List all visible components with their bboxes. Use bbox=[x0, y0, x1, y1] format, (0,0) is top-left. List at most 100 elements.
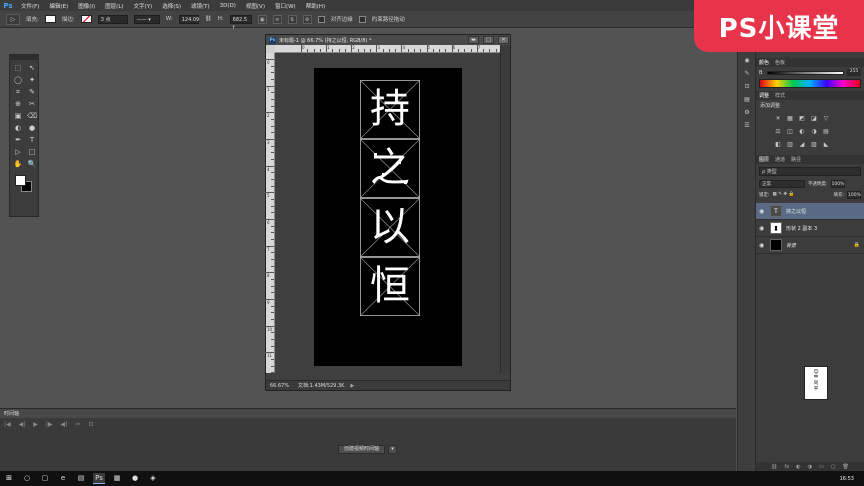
stroke-width-field[interactable]: 3 点 bbox=[97, 14, 128, 24]
target-icon[interactable]: ◉ bbox=[738, 54, 756, 67]
char-box-3[interactable]: 以 bbox=[360, 198, 420, 257]
timeline-tab[interactable]: 时间轴 bbox=[0, 409, 736, 418]
char-box-2[interactable]: 之 bbox=[360, 139, 420, 198]
vertical-ruler[interactable]: 0 1 2 3 4 5 6 7 8 9 10 11 bbox=[265, 53, 275, 374]
constrain-path-checkbox[interactable] bbox=[358, 15, 366, 23]
zoom-tool-icon[interactable]: 🔍 bbox=[25, 158, 39, 170]
stroke-swatch[interactable] bbox=[80, 15, 92, 23]
menu-layer[interactable]: 图层(L) bbox=[100, 2, 128, 10]
tab-layers[interactable]: 图层 bbox=[759, 156, 769, 163]
close-button[interactable]: ✕ bbox=[498, 36, 509, 44]
brightness-icon[interactable]: ☀ bbox=[773, 113, 783, 124]
trash-icon[interactable]: 🗑 bbox=[842, 464, 848, 470]
list-icon[interactable]: ▤ bbox=[738, 93, 756, 106]
link-layers-icon[interactable]: ⛓ bbox=[771, 464, 777, 470]
visibility-eye-icon[interactable]: ◉ bbox=[759, 242, 766, 249]
shape-tool-icon[interactable]: □ bbox=[25, 146, 39, 158]
pencil-icon[interactable]: ✎ bbox=[738, 67, 756, 80]
menu-3d[interactable]: 3D(D) bbox=[215, 3, 241, 9]
layer-name[interactable]: 背景 bbox=[786, 242, 850, 249]
layer-name[interactable]: 形状 2 副本 3 bbox=[786, 225, 864, 232]
char-box-1[interactable]: 持 bbox=[360, 80, 420, 139]
tab-swatches[interactable]: 色板 bbox=[775, 59, 785, 66]
eraser-tool-icon[interactable]: ⌫ bbox=[25, 110, 39, 122]
gear-icon[interactable]: ⚙ bbox=[738, 106, 756, 119]
b-slider-value[interactable]: 255 bbox=[847, 69, 861, 76]
brush-tool-icon[interactable]: ✂ bbox=[25, 98, 39, 110]
record-icon[interactable]: ● bbox=[129, 473, 141, 484]
black-white-icon[interactable]: ◐ bbox=[797, 126, 807, 137]
tab-paths[interactable]: 路径 bbox=[791, 156, 801, 163]
menu-filter[interactable]: 滤镜(T) bbox=[186, 2, 215, 10]
visibility-eye-icon[interactable]: ◉ bbox=[759, 208, 766, 215]
gradient-tool-icon[interactable]: ◐ bbox=[11, 122, 25, 134]
task-view-icon[interactable]: ▢ bbox=[39, 473, 51, 484]
channel-mixer-icon[interactable]: ▤ bbox=[821, 126, 831, 137]
zoom-level[interactable]: 66.67% bbox=[270, 383, 292, 389]
eyedropper-tool-icon[interactable]: ✎ bbox=[25, 86, 39, 98]
path-arrangement-icon[interactable]: ⇅ bbox=[287, 14, 297, 24]
adjustment-layer-icon[interactable]: ◑ bbox=[808, 464, 812, 470]
photoshop-taskbar-icon[interactable]: Ps bbox=[93, 473, 105, 484]
canvas-area[interactable]: 持 之 以 恒 bbox=[275, 53, 501, 373]
layer-row-text[interactable]: ◉ T 持之以恒 bbox=[756, 203, 864, 220]
lock-icons[interactable]: ▦ ✎ ✥ 🔒 bbox=[773, 192, 795, 197]
play-icon[interactable]: ▶ bbox=[33, 421, 38, 428]
lasso-tool-icon[interactable]: ◯ bbox=[11, 74, 25, 86]
healing-tool-icon[interactable]: ⊕ bbox=[11, 98, 25, 110]
layer-row-shape[interactable]: ◉ ▮ 形状 2 副本 3 bbox=[756, 220, 864, 237]
blend-mode-select[interactable]: 正常 bbox=[759, 179, 805, 188]
hand-tool-icon[interactable]: ✋ bbox=[11, 158, 25, 170]
edge-browser-icon[interactable]: e bbox=[57, 473, 69, 484]
menu-select[interactable]: 选择(S) bbox=[157, 2, 186, 10]
tool-preset-picker[interactable]: ▷ bbox=[6, 13, 20, 25]
menu-image[interactable]: 图像(I) bbox=[73, 2, 100, 10]
search-icon[interactable]: ○ bbox=[21, 473, 33, 484]
invert-icon[interactable]: ◧ bbox=[773, 139, 783, 150]
menu-help[interactable]: 帮助(H) bbox=[301, 2, 330, 10]
type-tool-icon[interactable]: T bbox=[25, 134, 39, 146]
layer-style-icon[interactable]: fx bbox=[785, 464, 790, 470]
tab-styles[interactable]: 样式 bbox=[775, 92, 785, 99]
height-field[interactable]: 682.5 f bbox=[229, 14, 252, 31]
menu-icon[interactable]: ☰ bbox=[738, 119, 756, 132]
photo-filter-icon[interactable]: ◑ bbox=[809, 126, 819, 137]
gear-icon[interactable]: ⚙ bbox=[302, 14, 312, 24]
previous-frame-icon[interactable]: ◀| bbox=[19, 421, 26, 428]
layer-filter[interactable]: ρ 类型 bbox=[759, 167, 861, 176]
split-icon[interactable]: ✂ bbox=[76, 421, 81, 428]
maximize-button[interactable]: □ bbox=[483, 36, 494, 44]
audio-icon[interactable]: ◀) bbox=[61, 421, 68, 428]
quick-select-tool-icon[interactable]: ✦ bbox=[25, 74, 39, 86]
chevron-down-icon[interactable]: ▾ bbox=[388, 445, 398, 454]
new-layer-icon[interactable]: ▢ bbox=[831, 464, 836, 470]
path-select-tool-icon[interactable]: ▷ bbox=[11, 146, 25, 158]
levels-icon[interactable]: ▦ bbox=[785, 113, 795, 124]
app-icon[interactable]: ▦ bbox=[111, 473, 123, 484]
menu-view[interactable]: 视图(V) bbox=[241, 2, 270, 10]
layer-name[interactable]: 持之以恒 bbox=[786, 208, 864, 215]
fill-value[interactable]: 100% bbox=[847, 190, 861, 199]
menu-edit[interactable]: 编辑(E) bbox=[44, 2, 73, 10]
group-icon[interactable]: ▭ bbox=[819, 464, 824, 470]
document-title-bar[interactable]: Ps 未标题-1 @ 66.7% (持之以恒, RGB/8) * ▬ □ ✕ bbox=[266, 35, 510, 45]
create-video-timeline-button[interactable]: 创建视频时间轴 bbox=[338, 445, 386, 454]
marquee-tool-icon[interactable]: ⬚ bbox=[11, 62, 25, 74]
threshold-icon[interactable]: ◢ bbox=[797, 139, 807, 150]
horizontal-ruler[interactable]: 012345678 bbox=[275, 44, 522, 53]
file-explorer-icon[interactable]: ▤ bbox=[75, 473, 87, 484]
tab-channels[interactable]: 通道 bbox=[775, 156, 785, 163]
next-frame-icon[interactable]: |▶ bbox=[46, 421, 53, 428]
dodge-tool-icon[interactable]: ● bbox=[25, 122, 39, 134]
crop-tool-icon[interactable]: ⌗ bbox=[11, 86, 25, 98]
posterize-icon[interactable]: ▥ bbox=[785, 139, 795, 150]
foreground-color-swatch[interactable] bbox=[15, 175, 26, 186]
balance-icon[interactable]: ⚖ bbox=[773, 126, 783, 137]
visibility-eye-icon[interactable]: ◉ bbox=[759, 225, 766, 232]
vertical-scrollbar[interactable] bbox=[500, 45, 510, 373]
windows-start-icon[interactable]: ⊞ bbox=[3, 473, 15, 484]
artboard[interactable]: 持 之 以 恒 bbox=[314, 68, 462, 366]
stroke-type-dropdown[interactable]: —— ▾ bbox=[133, 14, 160, 24]
transition-icon[interactable]: ⊡ bbox=[89, 421, 94, 428]
menu-file[interactable]: 文件(F) bbox=[16, 2, 44, 10]
